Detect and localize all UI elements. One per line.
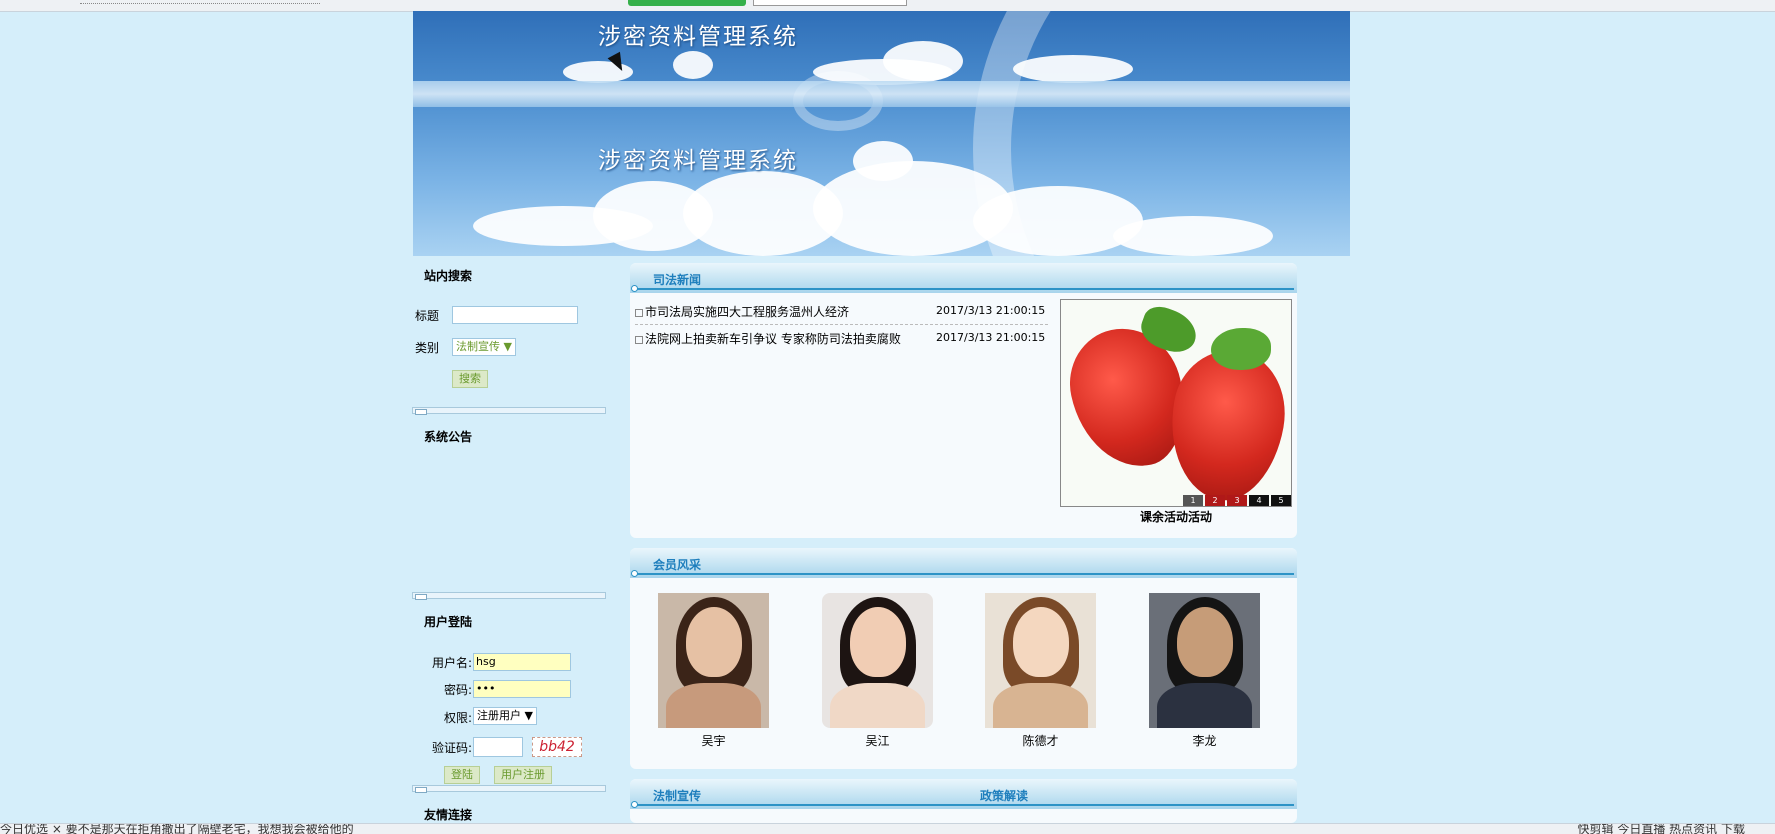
members-panel-header: 会员风采 <box>630 548 1297 578</box>
status-right-text[interactable]: 快剪辑 今日直播 热点资讯 下载 <box>1578 824 1745 834</box>
search-category-select[interactable]: 法制宣传 ▼ <box>452 338 516 356</box>
news-panel-header: 司法新闻 <box>630 263 1297 293</box>
member-photo[interactable] <box>822 593 933 728</box>
bottom-panels: 法制宣传 政策解读 <box>630 779 1297 823</box>
captcha-label: 验证码: <box>432 741 473 755</box>
slideshow-caption: 课余活动活动 <box>1139 510 1212 524</box>
pager-5[interactable]: 5 <box>1271 495 1291 506</box>
banner-title-main: 涉密资料管理系统 <box>598 148 798 174</box>
login-heading: 用户登陆 <box>424 615 473 629</box>
strawberry-leaves <box>1211 328 1271 370</box>
bottom-panel-header: 法制宣传 政策解读 <box>630 779 1297 809</box>
links-heading: 友情连接 <box>424 808 473 822</box>
chevron-down-icon: ▼ <box>503 340 512 353</box>
legal-promo-heading: 法制宣传 <box>653 789 702 803</box>
banner-seam <box>413 81 1350 107</box>
search-title-input[interactable] <box>452 306 578 324</box>
news-divider <box>635 324 1048 325</box>
pager-1[interactable]: 1 <box>1183 495 1203 506</box>
member-photo[interactable] <box>985 593 1096 728</box>
green-toolbar-button[interactable] <box>628 0 746 6</box>
news-heading: 司法新闻 <box>653 273 702 287</box>
role-label: 权限: <box>444 711 473 725</box>
news-item[interactable]: 市司法局实施四大工程服务温州人经济 <box>635 303 849 320</box>
slideshow-pager: 1 2 3 4 5 <box>1181 495 1291 506</box>
news-item-title[interactable]: 市司法局实施四大工程服务温州人经济 <box>645 305 849 319</box>
page-wrapper: 涉密资料管理系统 涉密资料管理系统 <box>413 11 1350 256</box>
sidebar-divider <box>412 592 606 600</box>
search-heading: 站内搜索 <box>424 269 473 283</box>
toolbar-remnant <box>80 0 320 4</box>
member-name[interactable]: 李龙 <box>1149 732 1260 749</box>
username-label: 用户名: <box>432 656 473 670</box>
pager-2[interactable]: 2 <box>1205 495 1225 506</box>
password-label: 密码: <box>444 683 473 697</box>
role-select[interactable]: 注册用户 ▼ <box>473 707 537 725</box>
sidebar-divider <box>412 785 606 793</box>
login-button[interactable]: 登陆 <box>444 766 480 784</box>
bullet-icon <box>635 335 643 344</box>
sidebar-divider <box>412 407 606 415</box>
password-input[interactable]: ••• <box>473 680 571 698</box>
slideshow-image[interactable]: 1 2 3 4 5 <box>1060 299 1292 507</box>
news-panel: 司法新闻 市司法局实施四大工程服务温州人经济 2017/3/13 21:00:1… <box>630 263 1297 538</box>
news-item-date: 2017/3/13 21:00:15 <box>936 304 1046 317</box>
browser-status-bar: 今日优选 × 要不是那天在拒角撒出了隔壁老宅，我想我会被给他的 快剪辑 今日直播… <box>0 823 1775 834</box>
register-button[interactable]: 用户注册 <box>494 766 552 784</box>
news-item[interactable]: 法院网上拍卖新车引争议 专家称防司法拍卖腐败 <box>635 330 901 347</box>
captcha-image[interactable]: bb42 <box>532 737 582 757</box>
username-input[interactable]: hsg <box>473 653 571 671</box>
notice-heading: 系统公告 <box>424 430 473 444</box>
captcha-input[interactable] <box>473 737 523 757</box>
member-photo[interactable] <box>1149 593 1260 728</box>
role-value: 注册用户 <box>477 709 521 722</box>
search-category-label: 类别 <box>415 341 440 355</box>
members-heading: 会员风采 <box>653 558 702 572</box>
news-item-date: 2017/3/13 21:00:15 <box>936 331 1046 344</box>
member-name[interactable]: 吴宇 <box>658 732 769 749</box>
search-button[interactable]: 搜索 <box>452 370 488 388</box>
status-left-text[interactable]: 今日优选 × 要不是那天在拒角撒出了隔壁老宅，我想我会被给他的 <box>0 824 354 834</box>
members-panel: 会员风采 吴宇 吴江 陈德才 李龙 <box>630 548 1297 769</box>
site-banner: 涉密资料管理系统 涉密资料管理系统 <box>413 11 1350 256</box>
search-category-value: 法制宣传 <box>456 340 500 353</box>
pager-3[interactable]: 3 <box>1227 495 1247 506</box>
member-name[interactable]: 吴江 <box>822 732 933 749</box>
member-name[interactable]: 陈德才 <box>985 732 1096 749</box>
bullet-icon <box>635 308 643 317</box>
policy-heading: 政策解读 <box>980 789 1029 803</box>
search-title-label: 标题 <box>415 309 440 323</box>
news-item-title[interactable]: 法院网上拍卖新车引争议 专家称防司法拍卖腐败 <box>645 332 901 346</box>
chevron-down-icon: ▼ <box>524 709 533 722</box>
pager-4[interactable]: 4 <box>1249 495 1269 506</box>
white-toolbar-button[interactable] <box>753 0 907 6</box>
member-photo[interactable] <box>658 593 769 728</box>
banner-title-top: 涉密资料管理系统 <box>598 24 798 50</box>
